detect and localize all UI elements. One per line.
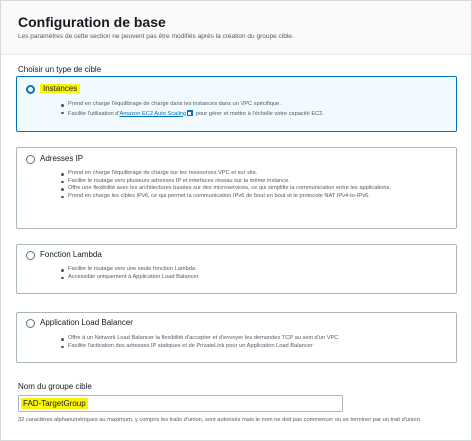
- external-link-icon: [187, 109, 194, 116]
- ec2-auto-scaling-link[interactable]: Amazon EC2 Auto Scaling: [120, 111, 187, 117]
- target-type-option-ip-addresses[interactable]: Adresses IP Prend en charge l'équilibrag…: [16, 147, 457, 229]
- radio-lambda[interactable]: [26, 251, 35, 260]
- name-constraint-text: 32 caractères alphanumériques au maximum…: [18, 417, 422, 423]
- list-item: Facilite le routage vers une seule fonct…: [61, 266, 441, 274]
- basic-configuration-panel: Configuration de base Les paramètres de …: [0, 0, 472, 441]
- radio-alb[interactable]: [26, 319, 35, 328]
- radio-instances[interactable]: [26, 85, 35, 94]
- target-type-option-alb[interactable]: Application Load Balancer Offre à un Net…: [16, 312, 457, 363]
- target-group-name-value: FAD-TargetGroup: [21, 398, 88, 409]
- target-type-option-lambda[interactable]: Fonction Lambda Facilite le routage vers…: [16, 244, 457, 294]
- list-item: Offre à un Network Load Balancer la flex…: [61, 335, 441, 343]
- option-title-instances: Instances: [40, 84, 81, 93]
- target-group-name-input[interactable]: FAD-TargetGroup: [18, 395, 343, 412]
- list-item: Facilite l'activation des adresses IP st…: [61, 343, 441, 351]
- panel-header: Configuration de base Les paramètres de …: [1, 1, 471, 55]
- list-item: Offre une flexibilité avec les architect…: [61, 185, 441, 193]
- list-item: Prend en charge l'équilibrage de charge …: [61, 101, 441, 109]
- radio-ip-addresses[interactable]: [26, 155, 35, 164]
- list-item: Prend en charge l'équilibrage de charge …: [61, 170, 441, 178]
- section-description: Les paramètres de cette section ne peuve…: [18, 33, 294, 40]
- section-title: Configuration de base: [18, 14, 166, 30]
- target-group-name-label: Nom du groupe cible: [18, 382, 92, 391]
- option-title-alb: Application Load Balancer: [40, 318, 133, 327]
- list-item: Facilite l'utilisation d'Amazon EC2 Auto…: [61, 109, 441, 119]
- option-bullets-instances: Prend en charge l'équilibrage de charge …: [61, 101, 441, 118]
- list-item: Facilite le routage vers plusieurs adres…: [61, 178, 441, 186]
- option-title-lambda: Fonction Lambda: [40, 250, 102, 259]
- option-bullets-lambda: Facilite le routage vers une seule fonct…: [61, 266, 441, 281]
- list-item: Prend en charge les cibles IPv6, ce qui …: [61, 193, 441, 201]
- option-bullets-alb: Offre à un Network Load Balancer la flex…: [61, 335, 441, 350]
- target-type-label: Choisir un type de cible: [18, 65, 102, 74]
- option-bullets-ip-addresses: Prend en charge l'équilibrage de charge …: [61, 170, 441, 200]
- list-item: Accessible uniquement à Application Load…: [61, 274, 441, 282]
- option-title-ip-addresses: Adresses IP: [40, 154, 84, 163]
- target-type-option-instances[interactable]: Instances Prend en charge l'équilibrage …: [16, 76, 457, 132]
